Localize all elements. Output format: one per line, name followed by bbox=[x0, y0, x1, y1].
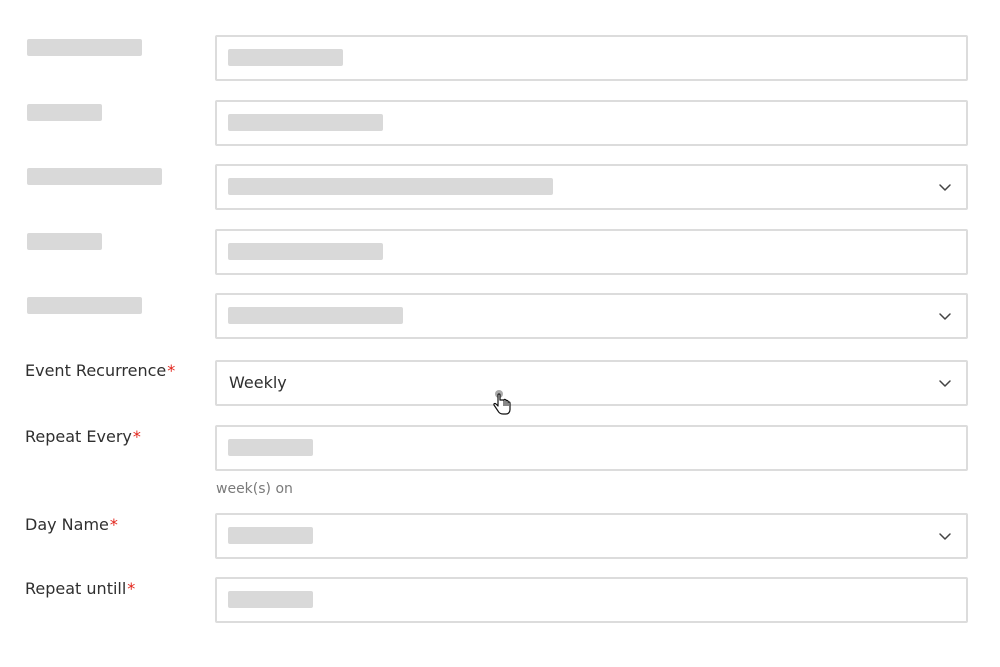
day-name-select[interactable] bbox=[215, 513, 968, 559]
field-label-placeholder bbox=[27, 168, 162, 185]
repeat-until-input[interactable] bbox=[215, 577, 968, 623]
select-value-placeholder bbox=[228, 178, 553, 195]
hand-pointer-cursor-icon bbox=[493, 390, 511, 415]
input-value-placeholder bbox=[228, 114, 383, 131]
repeat-every-input[interactable] bbox=[215, 425, 968, 471]
event-recurrence-select[interactable]: Weekly bbox=[215, 360, 968, 406]
input-value-placeholder bbox=[228, 49, 343, 66]
select-dropdown-1[interactable] bbox=[215, 164, 968, 210]
field-label-placeholder bbox=[27, 104, 102, 121]
input-value-placeholder bbox=[228, 243, 383, 260]
text-input-2[interactable] bbox=[215, 100, 968, 146]
chevron-down-icon bbox=[939, 313, 951, 320]
chevron-down-icon bbox=[939, 380, 951, 387]
repeat-until-label-text: Repeat untill bbox=[25, 579, 127, 598]
input-value-placeholder bbox=[228, 439, 313, 456]
repeat-until-label: Repeat untill* bbox=[25, 579, 135, 599]
field-label-placeholder bbox=[27, 233, 102, 250]
select-dropdown-2[interactable] bbox=[215, 293, 968, 339]
event-recurrence-label: Event Recurrence* bbox=[25, 361, 175, 381]
event-recurrence-label-text: Event Recurrence bbox=[25, 361, 167, 380]
text-input-3[interactable] bbox=[215, 229, 968, 275]
input-value-placeholder bbox=[228, 591, 313, 608]
repeat-every-label: Repeat Every* bbox=[25, 427, 141, 447]
day-name-label-text: Day Name bbox=[25, 515, 109, 534]
event-recurrence-value: Weekly bbox=[229, 373, 287, 392]
select-value-placeholder bbox=[228, 307, 403, 324]
select-value-placeholder bbox=[228, 527, 313, 544]
chevron-down-icon bbox=[939, 184, 951, 191]
text-input-1[interactable] bbox=[215, 35, 968, 81]
required-asterisk: * bbox=[109, 515, 118, 534]
field-label-placeholder bbox=[27, 39, 142, 56]
required-asterisk: * bbox=[127, 579, 136, 598]
required-asterisk: * bbox=[167, 361, 176, 380]
repeat-every-label-text: Repeat Every bbox=[25, 427, 132, 446]
field-label-placeholder bbox=[27, 297, 142, 314]
required-asterisk: * bbox=[132, 427, 141, 446]
repeat-every-helper-text: week(s) on bbox=[216, 481, 293, 497]
day-name-label: Day Name* bbox=[25, 515, 118, 535]
chevron-down-icon bbox=[939, 533, 951, 540]
